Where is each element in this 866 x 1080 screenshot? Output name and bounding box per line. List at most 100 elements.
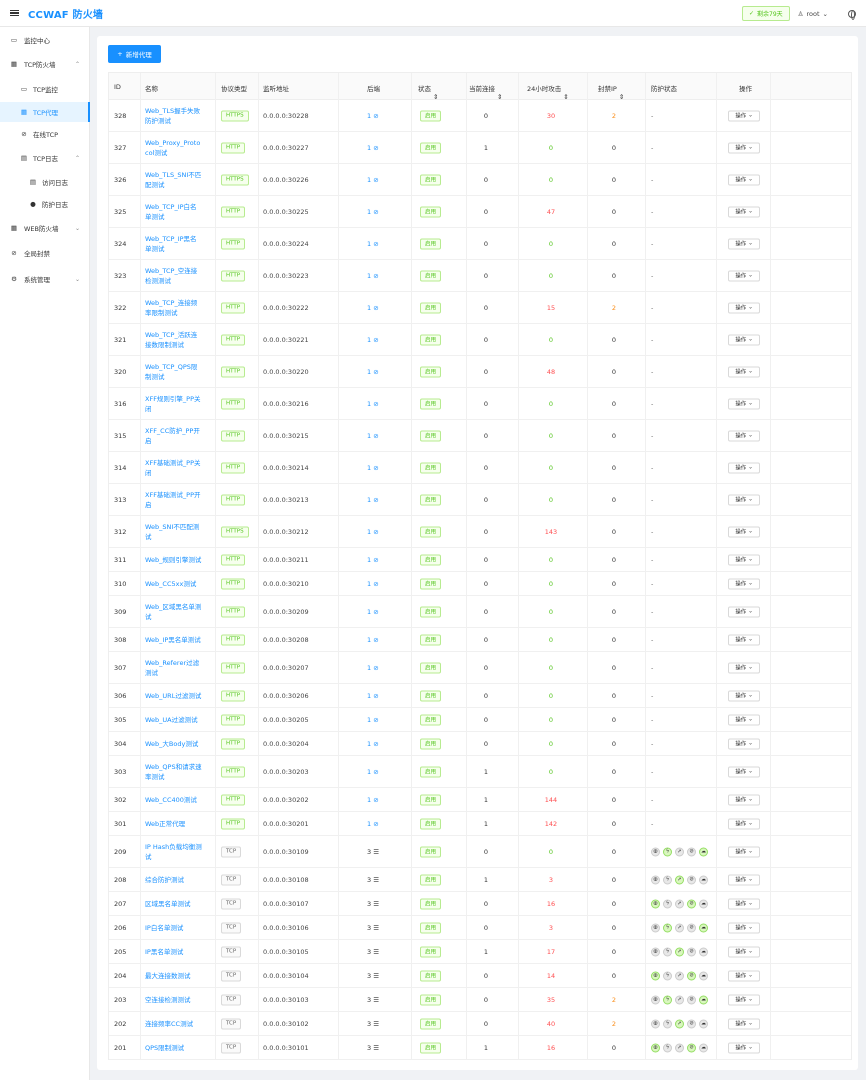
backend-count[interactable]: 1 ⊘ [367,716,379,724]
proxy-name-link[interactable]: Web_TCP_活跃连接数限制测试 [145,330,203,350]
backend-count[interactable]: 1 ⊘ [367,692,379,700]
user-menu[interactable]: ♙ root ⌄ [798,10,828,18]
backend-count[interactable]: 1 ⊘ [367,768,379,776]
backend-count[interactable]: 3 ☰ [367,996,379,1004]
backend-count[interactable]: 1 ⊘ [367,144,379,152]
row-action-dropdown[interactable]: 操作 ⌄ [728,766,760,777]
row-action-dropdown[interactable]: 操作 ⌄ [728,366,760,377]
proxy-name-link[interactable]: Web_SNI不匹配测试 [145,522,203,542]
proxy-name-link[interactable]: IP黑名单测试 [145,947,203,957]
proxy-name-link[interactable]: IP白名单测试 [145,923,203,933]
row-action-dropdown[interactable]: 操作 ⌄ [728,946,760,957]
license-badge[interactable]: ✓ 剩余79天 [742,6,790,21]
column-header[interactable]: 状态 ⇕ [418,83,438,101]
row-action-dropdown[interactable]: 操作 ⌄ [728,142,760,153]
backend-count[interactable]: 1 ⊘ [367,464,379,472]
row-action-dropdown[interactable]: 操作 ⌄ [728,578,760,589]
proxy-name-link[interactable]: Web_IP黑名单测试 [145,635,203,645]
proxy-name-link[interactable]: Web_TCP_QPS限制测试 [145,362,203,382]
add-proxy-button[interactable]: + 新增代理 [108,45,161,63]
sidebar-item[interactable]: ▭ TCP监控 [0,79,90,99]
row-action-dropdown[interactable]: 操作 ⌄ [728,526,760,537]
proxy-name-link[interactable]: Web_TCP_IP白名单测试 [145,202,203,222]
proxy-name-link[interactable]: 区域黑名单测试 [145,899,203,909]
backend-count[interactable]: 1 ⊘ [367,556,379,564]
row-action-dropdown[interactable]: 操作 ⌄ [728,738,760,749]
proxy-name-link[interactable]: Web_TCP_连接频率限制测试 [145,298,203,318]
proxy-name-link[interactable]: QPS限制测试 [145,1043,203,1053]
proxy-name-link[interactable]: Web_TLS握手失败防护测试 [145,106,203,126]
backend-count[interactable]: 3 ☰ [367,924,379,932]
row-action-dropdown[interactable]: 操作 ⌄ [728,110,760,121]
row-action-dropdown[interactable]: 操作 ⌄ [728,606,760,617]
proxy-name-link[interactable]: Web_区域黑名单测试 [145,602,203,622]
backend-count[interactable]: 1 ⊘ [367,820,379,828]
proxy-name-link[interactable]: Web_规则引擎测试 [145,555,203,565]
backend-count[interactable]: 1 ⊘ [367,304,379,312]
row-action-dropdown[interactable]: 操作 ⌄ [728,554,760,565]
proxy-name-link[interactable]: Web_CC400测试 [145,795,203,805]
row-action-dropdown[interactable]: 操作 ⌄ [728,174,760,185]
row-action-dropdown[interactable]: 操作 ⌄ [728,874,760,885]
proxy-name-link[interactable]: IP Hash负载均衡测试 [145,842,203,862]
backend-count[interactable]: 3 ☰ [367,876,379,884]
sidebar-item[interactable]: ⊘ 在线TCP [0,124,90,144]
proxy-name-link[interactable]: XFF_CC防护_PP开启 [145,426,203,446]
backend-count[interactable]: 3 ☰ [367,848,379,856]
proxy-name-link[interactable]: 空连接检测测试 [145,995,203,1005]
backend-count[interactable]: 3 ☰ [367,1044,379,1052]
sidebar-item[interactable]: ⊘ 全局封禁 [0,243,90,263]
row-action-dropdown[interactable]: 操作 ⌄ [728,398,760,409]
sidebar-item[interactable]: ▤ TCP日志 ⌃ [0,148,90,168]
sidebar-item[interactable]: ▦ TCP防火墙 ⌃ [0,54,90,74]
sidebar-item[interactable]: ▦ WEB防火墙 ⌄ [0,218,90,238]
proxy-name-link[interactable]: Web_URL过滤测试 [145,691,203,701]
proxy-name-link[interactable]: Web_大Body测试 [145,739,203,749]
row-action-dropdown[interactable]: 操作 ⌄ [728,970,760,981]
column-header[interactable]: 封禁IP ⇕ [598,83,624,101]
backend-count[interactable]: 1 ⊘ [367,112,379,120]
proxy-name-link[interactable]: XFF规则引擎_PP关闭 [145,394,203,414]
proxy-name-link[interactable]: 综合防护测试 [145,875,203,885]
proxy-name-link[interactable]: Web_Referer过滤测试 [145,658,203,678]
menu-toggle-icon[interactable] [10,9,19,17]
backend-count[interactable]: 1 ⊘ [367,796,379,804]
backend-count[interactable]: 1 ⊘ [367,208,379,216]
row-action-dropdown[interactable]: 操作 ⌄ [728,238,760,249]
row-action-dropdown[interactable]: 操作 ⌄ [728,662,760,673]
row-action-dropdown[interactable]: 操作 ⌄ [728,494,760,505]
backend-count[interactable]: 1 ⊘ [367,636,379,644]
row-action-dropdown[interactable]: 操作 ⌄ [728,1042,760,1053]
backend-count[interactable]: 1 ⊘ [367,740,379,748]
proxy-name-link[interactable]: XFF基础测试_PP关闭 [145,458,203,478]
backend-count[interactable]: 1 ⊘ [367,336,379,344]
backend-count[interactable]: 3 ☰ [367,1020,379,1028]
proxy-name-link[interactable]: Web_TCP_IP黑名单测试 [145,234,203,254]
proxy-name-link[interactable]: Web正常代理 [145,819,203,829]
proxy-name-link[interactable]: Web_Proxy_Protocol测试 [145,138,203,158]
row-action-dropdown[interactable]: 操作 ⌄ [728,430,760,441]
row-action-dropdown[interactable]: 操作 ⌄ [728,898,760,909]
row-action-dropdown[interactable]: 操作 ⌄ [728,794,760,805]
proxy-name-link[interactable]: 连接频率CC测试 [145,1019,203,1029]
proxy-name-link[interactable]: Web_TCP_空连接检测测试 [145,266,203,286]
backend-count[interactable]: 1 ⊘ [367,580,379,588]
row-action-dropdown[interactable]: 操作 ⌄ [728,302,760,313]
row-action-dropdown[interactable]: 操作 ⌄ [728,1018,760,1029]
language-globe-icon[interactable] [848,9,856,20]
backend-count[interactable]: 1 ⊘ [367,664,379,672]
proxy-name-link[interactable]: XFF基础测试_PP开启 [145,490,203,510]
proxy-name-link[interactable]: Web_CC5xx测试 [145,579,203,589]
row-action-dropdown[interactable]: 操作 ⌄ [728,270,760,281]
backend-count[interactable]: 1 ⊘ [367,528,379,536]
backend-count[interactable]: 3 ☰ [367,900,379,908]
sidebar-item[interactable]: ▤ 访问日志 [0,172,90,192]
sidebar-item[interactable]: ⚙ 系统管理 ⌄ [0,269,90,289]
row-action-dropdown[interactable]: 操作 ⌄ [728,462,760,473]
backend-count[interactable]: 1 ⊘ [367,608,379,616]
row-action-dropdown[interactable]: 操作 ⌄ [728,690,760,701]
row-action-dropdown[interactable]: 操作 ⌄ [728,922,760,933]
row-action-dropdown[interactable]: 操作 ⌄ [728,714,760,725]
backend-count[interactable]: 1 ⊘ [367,368,379,376]
proxy-name-link[interactable]: Web_QPS和请求速率测试 [145,762,203,782]
